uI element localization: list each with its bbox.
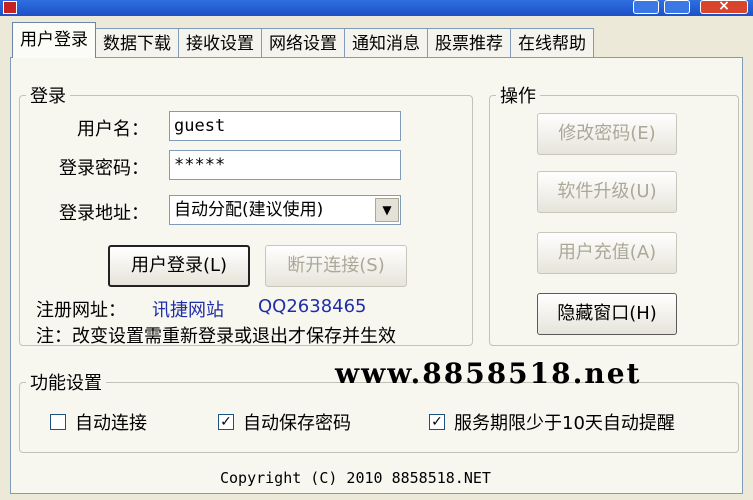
login-address-value: 自动分配(建议使用) [174,200,324,220]
auto-connect-checkbox[interactable] [50,414,66,430]
hide-window-button[interactable]: 隐藏窗口(H) [537,293,677,335]
check-icon: ✓ [431,414,443,430]
register-url-label: 注册网址： [36,300,126,321]
copyright-text: Copyright (C) 2010 8858518.NET [220,469,491,487]
expiry-reminder-label: 服务期限少于10天自动提醒 [454,413,675,434]
tab-notifications[interactable]: 通知消息 [344,28,428,58]
tab-stock-recommend[interactable]: 股票推荐 [427,28,511,58]
function-settings-group-title: 功能设置 [30,373,102,394]
change-password-button[interactable]: 修改密码(E) [537,113,677,155]
login-address-label: 登录地址： [59,203,149,224]
title-bar: × [0,0,753,16]
settings-note: 注：改变设置需重新登录或退出才保存并生效 [36,326,396,347]
close-icon: × [718,0,730,14]
software-upgrade-button[interactable]: 软件升级(U) [537,171,677,213]
tab-receive-settings[interactable]: 接收设置 [178,28,262,58]
qq-number: QQ2638465 [258,296,367,317]
app-icon [3,1,17,14]
close-button[interactable]: × [700,0,748,14]
tab-online-help[interactable]: 在线帮助 [510,28,594,58]
password-input[interactable]: ***** [169,150,401,180]
tab-bar: 用户登录 数据下载 接收设置 网络设置 通知消息 股票推荐 在线帮助 [12,22,594,58]
user-login-button[interactable]: 用户登录(L) [108,245,250,287]
operations-group-title: 操作 [500,86,536,107]
chevron-down-icon[interactable]: ▼ [375,198,399,222]
auto-connect-label: 自动连接 [75,413,147,434]
auto-save-password-checkbox[interactable]: ✓ [218,414,234,430]
tab-network-settings[interactable]: 网络设置 [261,28,345,58]
disconnect-button[interactable]: 断开连接(S) [265,245,407,287]
site-watermark: www.8858518.net [335,357,642,390]
maximize-button[interactable] [664,0,690,14]
tab-user-login[interactable]: 用户登录 [12,22,96,58]
login-address-select[interactable]: 自动分配(建议使用) ▼ [169,195,401,225]
login-group-title: 登录 [30,86,66,107]
tab-panel: 登录 用户名： guest 登录密码： ***** 登录地址： 自动分配(建议使… [10,57,743,494]
register-link[interactable]: 讯捷网站 [152,296,224,322]
password-label: 登录密码： [59,158,149,179]
expiry-reminder-checkbox[interactable]: ✓ [429,414,445,430]
minimize-button[interactable] [633,0,659,14]
user-recharge-button[interactable]: 用户充值(A) [537,232,677,274]
auto-save-password-label: 自动保存密码 [243,413,351,434]
username-input[interactable]: guest [169,111,401,141]
check-icon: ✓ [220,414,232,430]
tab-data-download[interactable]: 数据下载 [95,28,179,58]
username-label: 用户名： [77,119,149,140]
